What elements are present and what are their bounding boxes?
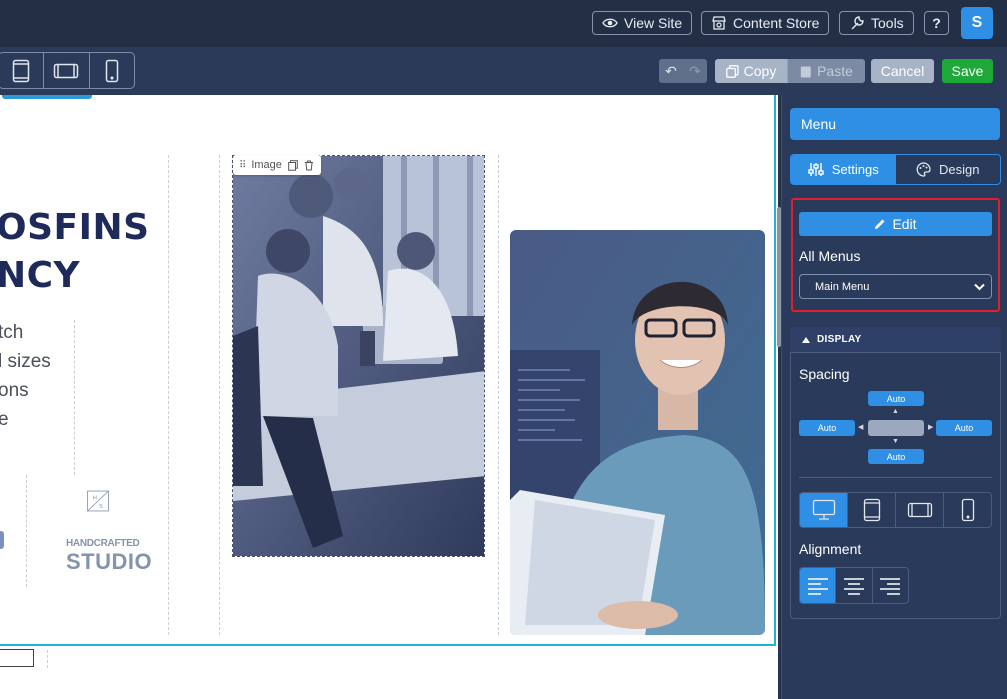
phone-icon [105,59,119,82]
align-right-button[interactable] [871,568,908,603]
tablet-landscape-icon [907,502,932,518]
menu-select-value: Main Menu [815,280,870,293]
arrow-up-icon: ▲ [892,408,899,415]
paste-icon [800,66,811,77]
selected-section-outline [0,95,776,646]
align-left-icon [807,577,828,595]
spacing-box-preview [868,420,924,436]
content-store-label: Content Store [733,15,820,31]
redo-button[interactable]: ↷ [683,59,707,83]
undo-button[interactable]: ↶ [659,59,683,83]
align-left-button[interactable] [800,568,836,603]
spacing-left-control[interactable]: Auto [799,420,855,436]
empty-block-placeholder[interactable] [0,649,34,667]
tools-label: Tools [871,15,904,31]
device-preview-group [0,52,135,89]
tab-settings[interactable]: Settings [791,155,896,184]
panel-divider [799,477,992,478]
phone-icon [961,498,974,522]
mobile-view-button[interactable] [88,53,134,88]
palette-icon [916,162,931,177]
user-avatar-button[interactable]: S [961,7,993,39]
spacing-label: Spacing [799,366,850,382]
tab-settings-label: Settings [831,162,879,177]
display-header-label: DISPLAY [817,334,862,345]
caret-up-icon [802,336,810,343]
copy-paste-group: Copy Paste [715,59,865,83]
tab-design[interactable]: Design [895,155,1000,184]
tablet-portrait-breakpoint-button[interactable] [847,493,895,527]
tablet-landscape-breakpoint-button[interactable] [895,493,943,527]
tablet-portrait-icon [12,59,30,82]
menu-select[interactable]: Main Menu [799,274,992,299]
spacing-bottom-control[interactable]: Auto [868,449,924,464]
arrow-right-icon: ▶ [928,424,934,431]
save-button[interactable]: Save [942,59,993,83]
edit-menu-label: Edit [892,216,917,232]
all-menus-label: All Menus [799,248,861,264]
view-site-label: View Site [624,15,683,31]
tablet-portrait-view-button[interactable] [0,53,43,88]
align-center-button[interactable] [835,568,871,603]
sliders-icon [808,163,824,176]
spacing-top-control[interactable]: Auto [868,391,924,406]
panel-title: Menu [790,108,1000,140]
cancel-button[interactable]: Cancel [871,59,934,83]
view-site-button[interactable]: View Site [592,11,693,35]
help-button[interactable]: ? [924,11,949,35]
edit-menu-button[interactable]: Edit [799,212,992,236]
tab-design-label: Design [939,162,980,177]
paste-label: Paste [817,63,853,79]
paste-button[interactable]: Paste [787,59,865,83]
chevron-down-icon [974,283,985,290]
store-icon [712,16,726,30]
copy-label: Copy [743,63,777,79]
panel-tabs: Settings Design [790,154,1001,185]
pencil-icon [875,219,885,229]
tablet-landscape-view-button[interactable] [43,53,88,88]
device-breakpoint-tabs [799,492,992,528]
tablet-portrait-icon [863,498,880,522]
copy-icon [725,64,739,78]
column-guide [47,650,48,668]
desktop-icon [812,499,835,520]
align-right-icon [880,577,901,595]
undo-icon: ↶ [665,62,677,79]
desktop-breakpoint-button[interactable] [800,493,847,527]
tablet-landscape-icon [54,63,79,78]
alignment-label: Alignment [799,541,862,557]
align-center-icon [843,577,864,595]
eye-icon [602,18,618,28]
tools-button[interactable]: Tools [839,11,914,35]
alignment-tabs [799,567,909,604]
redo-icon: ↷ [689,62,701,79]
copy-button[interactable]: Copy [715,59,787,83]
display-section-header[interactable]: DISPLAY [790,327,1001,353]
content-store-button[interactable]: Content Store [701,11,830,35]
undo-redo-group: ↶ ↷ [659,59,707,83]
spacing-right-control[interactable]: Auto [936,420,992,436]
mobile-breakpoint-button[interactable] [943,493,991,527]
top-bar: View Site Content Store Tools ? S [0,0,1007,47]
arrow-down-icon: ▼ [892,438,899,445]
wrench-icon [851,16,864,30]
arrow-left-icon: ◀ [858,424,864,431]
page-canvas[interactable]: OSFINS NCY tch l sizes ons e H S HANDCRA… [0,95,778,699]
